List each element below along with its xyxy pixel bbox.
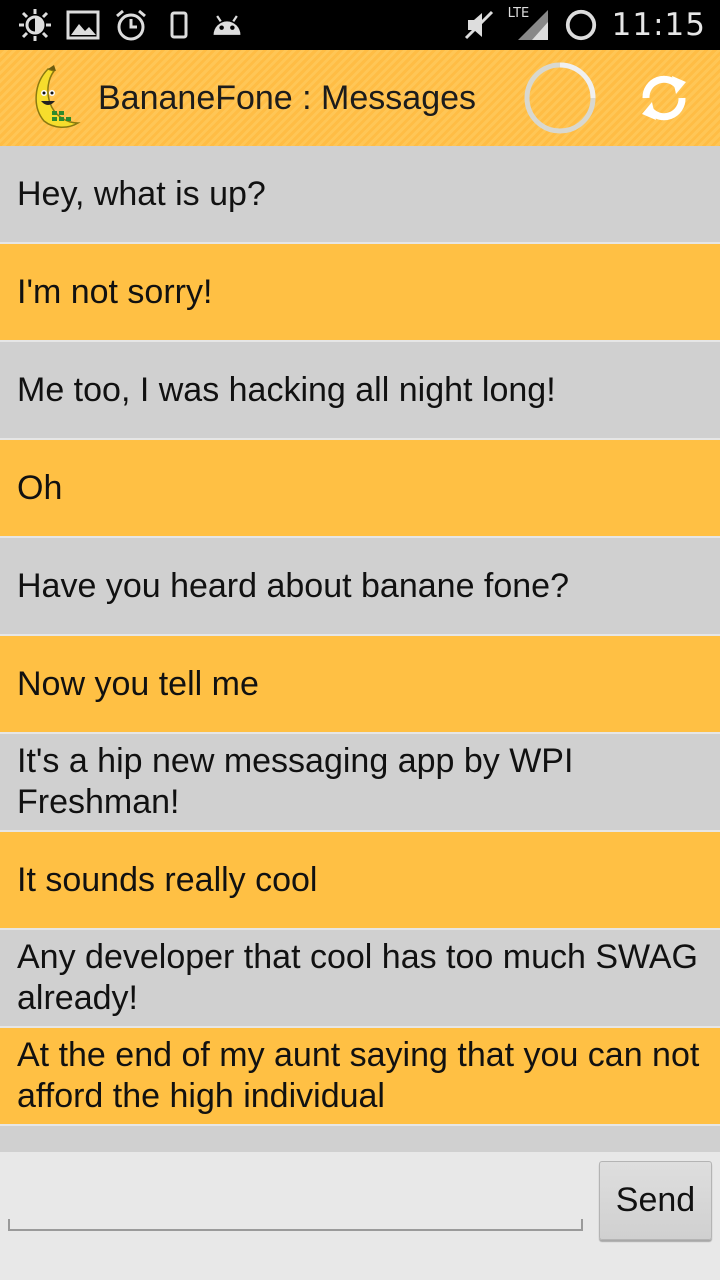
message-text: Now you tell me xyxy=(17,664,259,703)
message-item[interactable]: At the end of my aunt saying that you ca… xyxy=(0,1028,720,1126)
message-text: Oh xyxy=(17,468,63,507)
message-text: Have you heard about banane fone? xyxy=(17,566,570,605)
action-bar: BananeFone : Messages xyxy=(0,50,720,146)
message-item[interactable]: Hey, what is up? xyxy=(0,146,720,244)
message-input[interactable] xyxy=(8,1175,583,1231)
android-icon xyxy=(210,8,244,42)
message-item[interactable]: Oh xyxy=(0,440,720,538)
message-text: Any developer that cool has too much SWA… xyxy=(17,938,698,1017)
image-icon xyxy=(66,8,100,42)
message-text: Me too, I was hacking all night long! xyxy=(17,370,556,409)
message-item[interactable]: Any developer that cool has too much SWA… xyxy=(0,930,720,1028)
message-text: I'm not sorry! xyxy=(17,272,213,311)
status-time: 11:15 xyxy=(611,7,706,43)
message-item[interactable] xyxy=(0,1126,720,1152)
message-text: At the end of my aunt saying that you ca… xyxy=(17,1036,700,1115)
message-list[interactable]: Hey, what is up? I'm not sorry! Me too, I … xyxy=(0,146,720,1152)
message-item[interactable]: It's a hip new messaging app by WPI Fres… xyxy=(0,734,720,832)
mute-icon xyxy=(462,8,496,42)
input-edge xyxy=(581,1219,583,1231)
spinner-icon xyxy=(522,60,598,136)
message-text: Hey, what is up? xyxy=(17,174,266,213)
network-type-label: LTE xyxy=(507,6,530,21)
message-text: It's a hip new messaging app by WPI Fres… xyxy=(17,742,574,821)
message-item[interactable]: Now you tell me xyxy=(0,636,720,734)
refresh-icon[interactable] xyxy=(636,70,692,126)
message-text: It sounds really cool xyxy=(17,860,318,899)
brightness-icon xyxy=(18,8,52,42)
alarm-icon xyxy=(114,8,148,42)
signal-icon: LTE xyxy=(507,6,550,42)
message-item[interactable]: It sounds really cool xyxy=(0,832,720,930)
page-title: BananeFone : Messages xyxy=(98,78,477,117)
send-button[interactable]: Send xyxy=(599,1161,712,1240)
input-edge xyxy=(8,1219,10,1231)
battery-ring-icon xyxy=(564,8,598,42)
status-bar: LTE 11:15 xyxy=(0,0,720,50)
message-item[interactable]: Me too, I was hacking all night long! xyxy=(0,342,720,440)
banana-phone-icon[interactable] xyxy=(24,63,84,133)
phone-icon xyxy=(162,8,196,42)
message-item[interactable]: Have you heard about banane fone? xyxy=(0,538,720,636)
message-item[interactable]: I'm not sorry! xyxy=(0,244,720,342)
